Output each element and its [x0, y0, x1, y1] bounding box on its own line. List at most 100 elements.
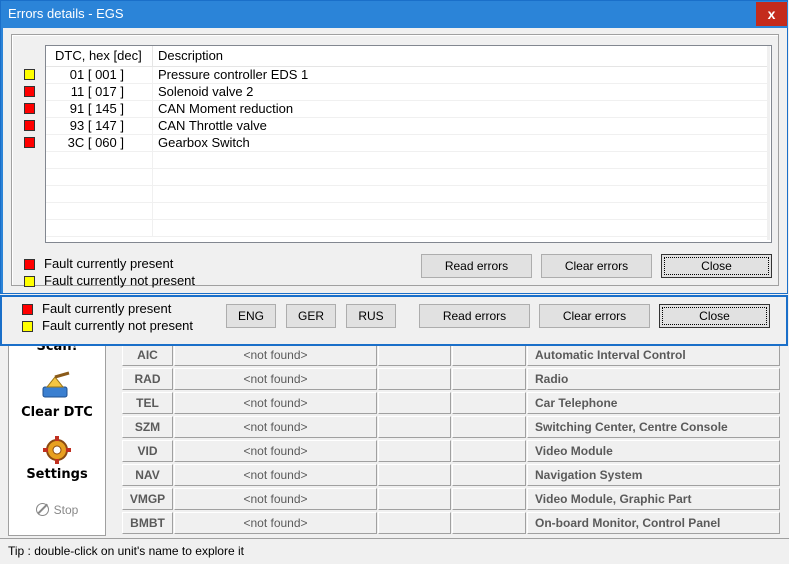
row-status-swatch [24, 86, 35, 97]
close-window-button[interactable]: x [756, 2, 787, 26]
unit-code-cell[interactable]: TEL [122, 392, 173, 414]
description-cell [153, 152, 770, 169]
unit-version-cell[interactable]: <not found> [174, 368, 377, 390]
lang-rus-button[interactable]: RUS [346, 304, 396, 328]
row-status-swatch [24, 103, 35, 114]
fault-not-present-label: Fault currently not present [42, 318, 194, 333]
unit-extra-cell[interactable] [452, 392, 526, 414]
unit-extra-cell[interactable] [378, 368, 451, 390]
fault-present-swatch [24, 259, 35, 270]
unit-extra-cell[interactable] [378, 440, 451, 462]
unit-row[interactable]: TEL <not found> Car Telephone [122, 392, 782, 415]
unit-name-cell[interactable]: Switching Center, Centre Console [527, 416, 780, 438]
unit-name-cell[interactable]: Video Module [527, 440, 780, 462]
unit-version-cell[interactable]: <not found> [174, 464, 377, 486]
unit-row[interactable]: VID <not found> Video Module [122, 440, 782, 463]
unit-version-cell[interactable]: <not found> [174, 392, 377, 414]
unit-row[interactable]: AIC <not found> Automatic Interval Control [122, 344, 782, 367]
unit-extra-cell[interactable] [378, 392, 451, 414]
unit-extra-cell[interactable] [378, 488, 451, 510]
table-header: DTC, hex [dec] Description [46, 46, 770, 67]
unit-extra-cell[interactable] [452, 344, 526, 366]
lang-eng-button[interactable]: ENG [226, 304, 276, 328]
table-row[interactable]: 93 [ 147 ] CAN Throttle valve [46, 118, 770, 135]
unit-version-cell[interactable]: <not found> [174, 488, 377, 510]
column-header-dtc[interactable]: DTC, hex [dec] [46, 46, 153, 66]
close-button[interactable]: Close [661, 254, 772, 278]
dtc-cell: 3C [ 060 ] [46, 135, 153, 152]
dtc-cell [46, 169, 153, 186]
description-cell: Solenoid valve 2 [153, 84, 770, 101]
read-errors-button[interactable]: Read errors [421, 254, 532, 278]
unit-row[interactable]: VMGP <not found> Video Module, Graphic Par… [122, 488, 782, 511]
unit-name-cell[interactable]: Radio [527, 368, 780, 390]
unit-code-cell[interactable]: SZM [122, 416, 173, 438]
clear-errors-button[interactable]: Clear errors [539, 304, 650, 328]
unit-extra-cell[interactable] [452, 464, 526, 486]
read-errors-button[interactable]: Read errors [419, 304, 530, 328]
unit-row[interactable]: BMBT <not found> On-board Monitor, Control… [122, 512, 782, 535]
unit-version-cell[interactable]: <not found> [174, 512, 377, 534]
fault-not-present-label: Fault currently not present [44, 273, 196, 288]
unit-extra-cell[interactable] [378, 464, 451, 486]
dtc-cell [46, 152, 153, 169]
row-status-swatch [24, 137, 35, 148]
table-row[interactable]: 01 [ 001 ] Pressure controller EDS 1 [46, 67, 770, 84]
unit-name-cell[interactable]: Video Module, Graphic Part [527, 488, 780, 510]
unit-version-cell[interactable]: <not found> [174, 344, 377, 366]
close-button[interactable]: Close [659, 304, 770, 328]
table-row[interactable] [46, 169, 770, 186]
table-row[interactable] [46, 220, 770, 237]
close-icon: x [767, 6, 776, 22]
unit-extra-cell[interactable] [378, 512, 451, 534]
table-row[interactable]: 3C [ 060 ] Gearbox Switch [46, 135, 770, 152]
unit-version-cell[interactable]: <not found> [174, 416, 377, 438]
unit-code-cell[interactable]: NAV [122, 464, 173, 486]
description-cell: CAN Moment reduction [153, 101, 770, 118]
table-row[interactable] [46, 186, 770, 203]
column-header-description[interactable]: Description [153, 46, 770, 66]
clear-dtc-label: Clear DTC [21, 405, 93, 420]
clear-errors-button[interactable]: Clear errors [541, 254, 652, 278]
unit-code-cell[interactable]: RAD [122, 368, 173, 390]
unit-row[interactable]: RAD <not found> Radio [122, 368, 782, 391]
table-row[interactable]: 91 [ 145 ] CAN Moment reduction [46, 101, 770, 118]
table-scrollbar-edge [767, 46, 770, 240]
settings-button[interactable]: Settings [9, 435, 105, 482]
unit-name-cell[interactable]: Navigation System [527, 464, 780, 486]
unit-extra-cell[interactable] [452, 488, 526, 510]
lang-ger-button[interactable]: GER [286, 304, 336, 328]
stop-button[interactable]: Stop [9, 503, 105, 517]
errors-table[interactable]: DTC, hex [dec] Description 01 [ 001 ] Pre… [45, 45, 772, 243]
unit-extra-cell[interactable] [378, 416, 451, 438]
unit-version-cell[interactable]: <not found> [174, 440, 377, 462]
unit-extra-cell[interactable] [452, 512, 526, 534]
unit-row[interactable]: NAV <not found> Navigation System [122, 464, 782, 487]
unit-extra-cell[interactable] [378, 344, 451, 366]
unit-name-cell[interactable]: Automatic Interval Control [527, 344, 780, 366]
row-status-swatch [24, 120, 35, 131]
description-cell [153, 220, 770, 237]
fault-not-present-swatch [22, 321, 33, 332]
table-row[interactable] [46, 152, 770, 169]
unit-extra-cell[interactable] [452, 440, 526, 462]
unit-code-cell[interactable]: VMGP [122, 488, 173, 510]
broom-icon [42, 371, 70, 398]
description-cell: CAN Throttle valve [153, 118, 770, 135]
unit-extra-cell[interactable] [452, 416, 526, 438]
unit-name-cell[interactable]: Car Telephone [527, 392, 780, 414]
unit-code-cell[interactable]: VID [122, 440, 173, 462]
dtc-cell: 93 [ 147 ] [46, 118, 153, 135]
unit-code-cell[interactable]: BMBT [122, 512, 173, 534]
table-row[interactable] [46, 203, 770, 220]
description-cell [153, 203, 770, 220]
unit-code-cell[interactable]: AIC [122, 344, 173, 366]
clear-dtc-button[interactable]: Clear DTC [9, 371, 105, 420]
dtc-cell [46, 220, 153, 237]
table-row[interactable]: 11 [ 017 ] Solenoid valve 2 [46, 84, 770, 101]
unit-name-cell[interactable]: On-board Monitor, Control Panel [527, 512, 780, 534]
unit-extra-cell[interactable] [452, 368, 526, 390]
settings-label: Settings [26, 467, 88, 482]
unit-row[interactable]: SZM <not found> Switching Center, Centre C… [122, 416, 782, 439]
fault-not-present-swatch [24, 276, 35, 287]
